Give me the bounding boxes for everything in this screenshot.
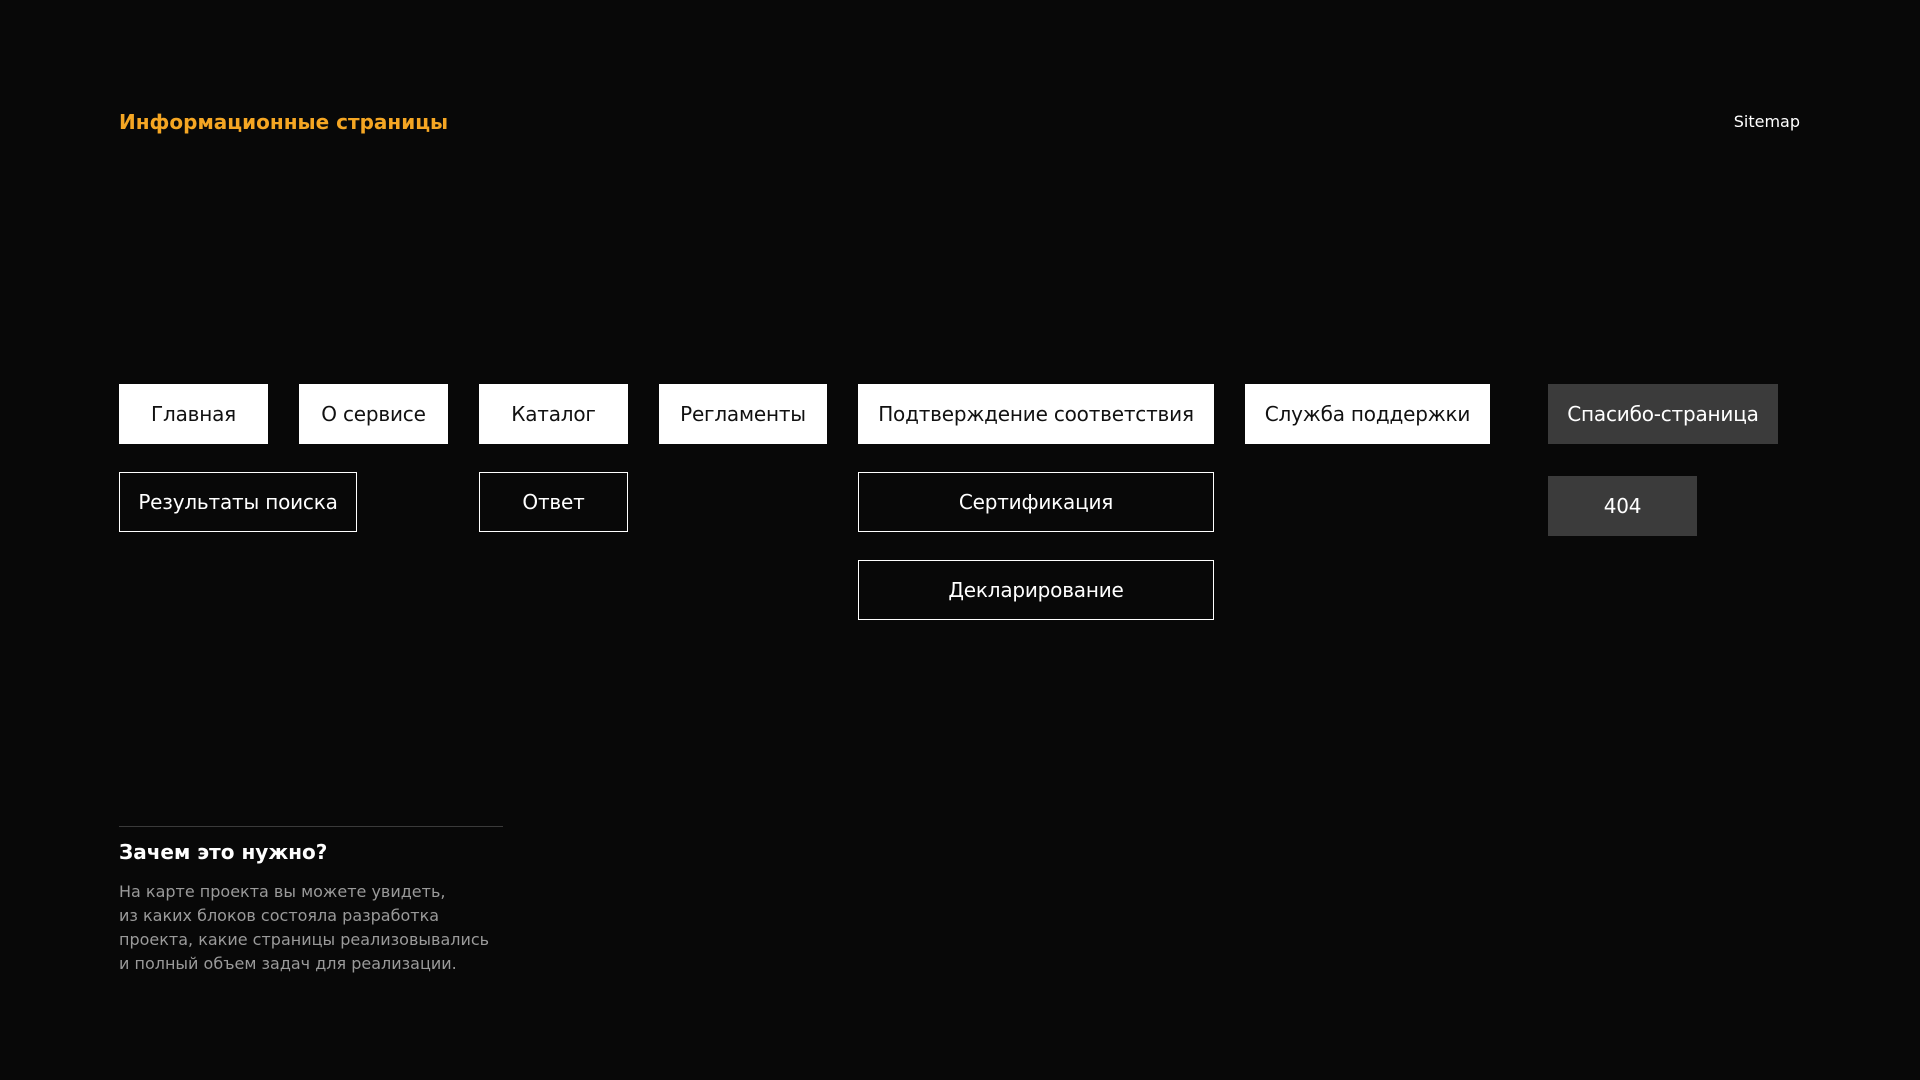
node-about[interactable]: О сервисе: [299, 384, 448, 444]
node-404[interactable]: 404: [1548, 476, 1697, 536]
node-search-results[interactable]: Результаты поиска: [119, 472, 357, 532]
info-divider: [119, 826, 503, 827]
node-answer[interactable]: Ответ: [479, 472, 628, 532]
info-line: из каких блоков состояла разработка: [119, 906, 440, 925]
node-catalog[interactable]: Каталог: [479, 384, 628, 444]
info-line: проекта, какие страницы реализовывались: [119, 930, 490, 949]
node-regulations[interactable]: Регламенты: [659, 384, 827, 444]
info-line: и полный объем задач для реализации.: [119, 954, 457, 973]
page-title: Информационные страницы: [119, 110, 449, 134]
info-heading: Зачем это нужно?: [119, 840, 328, 864]
info-text: На карте проекта вы можете увидеть, из к…: [119, 880, 519, 976]
node-home[interactable]: Главная: [119, 384, 268, 444]
info-line: На карте проекта вы можете увидеть,: [119, 882, 446, 901]
sitemap-link[interactable]: Sitemap: [1734, 111, 1800, 133]
node-declaration[interactable]: Декларирование: [858, 560, 1214, 620]
node-support[interactable]: Служба поддержки: [1245, 384, 1490, 444]
node-thanks[interactable]: Спасибо-страница: [1548, 384, 1778, 444]
node-certification[interactable]: Сертификация: [858, 472, 1214, 532]
node-conformity[interactable]: Подтверждение соответствия: [858, 384, 1214, 444]
